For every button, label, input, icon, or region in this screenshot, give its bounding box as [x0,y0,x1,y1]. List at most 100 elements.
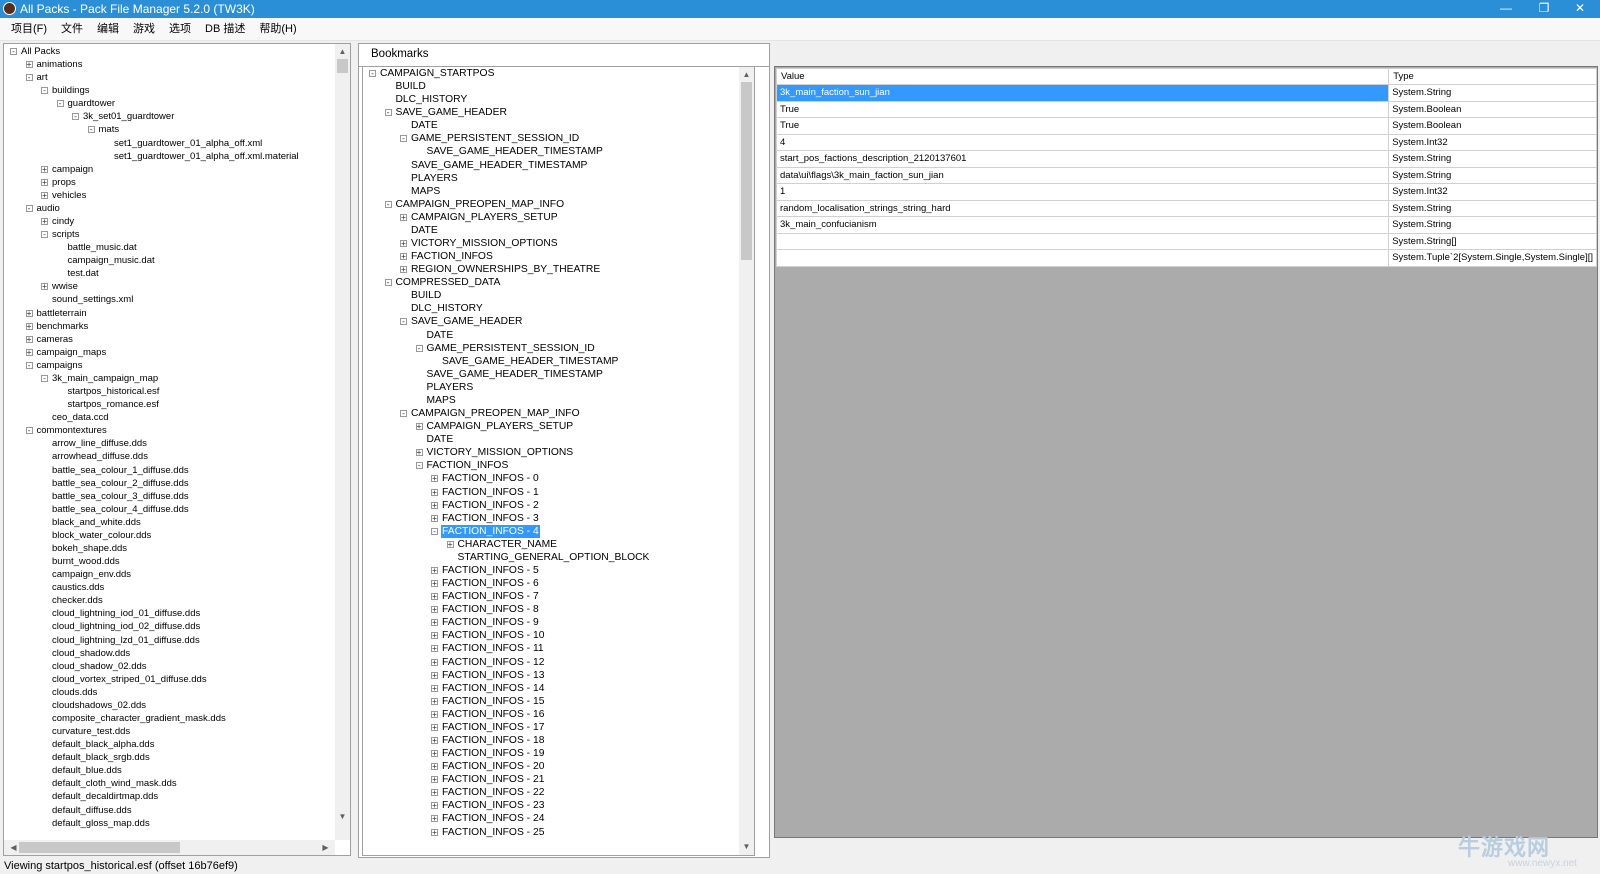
tree-node-label[interactable]: FACTION_INFOS - 8 [441,603,540,616]
tree-node-label[interactable]: FACTION_INFOS - 24 [441,812,545,825]
expand-toggle-icon[interactable]: + [400,266,407,274]
tree-node-label[interactable]: audio [36,202,61,215]
collapse-toggle-icon[interactable]: - [41,374,48,382]
tree-node-label[interactable]: DATE [426,329,455,342]
value-cell[interactable]: 1 [775,183,1390,201]
grid-row[interactable]: 1 System.Int32 [775,183,1597,201]
expand-toggle-icon[interactable]: + [400,253,407,261]
tree-node-label[interactable]: DATE [410,119,439,132]
expand-toggle-icon[interactable]: + [431,514,438,522]
tree-node-label[interactable]: FACTION_INFOS - 13 [441,669,545,682]
tree-node-label[interactable]: BUILD [410,289,442,302]
collapse-toggle-icon[interactable]: - [25,361,33,369]
collapse-toggle-icon[interactable]: - [72,113,79,121]
expand-toggle-icon[interactable]: + [431,671,438,679]
tree-node-label[interactable]: BUILD [395,80,427,93]
tree-node-label[interactable]: campaigns [36,359,84,372]
tree-node-label[interactable]: CAMPAIGN_PREOPEN_MAP_INFO [410,407,581,420]
expand-toggle-icon[interactable]: + [431,776,438,784]
tree-node-label[interactable]: default_cloth_wind_mask.dds [51,777,178,790]
expand-toggle-icon[interactable]: + [431,606,438,614]
tree-node-label[interactable]: FACTION_INFOS - 7 [441,590,540,603]
grid-row[interactable]: 4 System.Int32 [775,133,1597,151]
expand-toggle-icon[interactable]: + [25,335,33,343]
expand-toggle-icon[interactable]: + [415,449,423,457]
tree-node-label[interactable]: FACTION_INFOS [426,459,510,472]
horizontal-scroll-thumb[interactable] [19,842,180,853]
tree-node-label[interactable]: MAPS [410,185,441,198]
value-cell[interactable]: random_localisation_strings_string_hard [775,199,1390,217]
value-cell[interactable]: 3k_main_confucianism [775,216,1390,234]
expand-toggle-icon[interactable]: + [431,632,438,640]
value-cell[interactable]: True [775,117,1390,135]
tree-node-label[interactable]: default_gloss_map.dds [51,817,151,830]
type-column-header[interactable]: Type [1388,68,1597,85]
tree-node-label[interactable]: SAVE_GAME_HEADER_TIMESTAMP [426,145,604,158]
tree-node-label[interactable]: FACTION_INFOS - 2 [441,499,540,512]
expand-toggle-icon[interactable]: + [41,218,48,226]
collapse-toggle-icon[interactable]: - [25,74,33,82]
tree-node-label[interactable]: FACTION_INFOS [410,250,494,263]
tree-node-label[interactable]: cloud_lightning_lzd_01_diffuse.dds [51,634,201,647]
tree-node-label[interactable]: default_decaldirtmap.dds [51,790,159,803]
tree-node-label[interactable]: FACTION_INFOS - 4 [441,524,540,538]
tree-node-label[interactable]: FACTION_INFOS - 9 [441,616,540,629]
tree-node-label[interactable]: CAMPAIGN_PLAYERS_SETUP [410,211,559,224]
tree-node-label[interactable]: arrowhead_diffuse.dds [51,450,149,463]
tree-node-label[interactable]: scripts [51,228,80,241]
tree-node-label[interactable]: PLAYERS [410,172,459,185]
menu-game[interactable]: 游戏 [126,18,162,40]
tree-node-label[interactable]: FACTION_INFOS - 25 [441,826,545,839]
tree-node-label[interactable]: arrow_line_diffuse.dds [51,437,148,450]
tree-node-label[interactable]: VICTORY_MISSION_OPTIONS [426,446,575,459]
tree-node-label[interactable]: CAMPAIGN_STARTPOS [379,67,495,80]
tree-node-label[interactable]: black_and_white.dds [51,516,142,529]
collapse-toggle-icon[interactable]: - [400,410,407,418]
value-cell[interactable]: 4 [775,133,1390,151]
tree-node-label[interactable]: FACTION_INFOS - 3 [441,512,540,525]
tree-node-label[interactable]: curvature_test.dds [51,725,131,738]
tree-node-label[interactable]: REGION_OWNERSHIPS_BY_THEATRE [410,263,601,276]
tree-node-label[interactable]: FACTION_INFOS - 22 [441,786,545,799]
expand-toggle-icon[interactable]: + [431,750,438,758]
value-cell[interactable] [775,232,1390,250]
tree-node-label[interactable]: PLAYERS [426,381,475,394]
tree-node-label[interactable]: FACTION_INFOS - 12 [441,656,545,669]
tree-node-label[interactable]: props [51,176,77,189]
collapse-toggle-icon[interactable]: - [400,318,407,326]
scroll-up-arrow-icon[interactable]: ▲ [739,67,754,82]
expand-toggle-icon[interactable]: + [431,658,438,666]
tree-node-label[interactable]: startpos_historical.esf [67,385,161,398]
expand-toggle-icon[interactable]: + [400,213,407,221]
scroll-down-arrow-icon[interactable]: ▼ [335,809,350,824]
expand-toggle-icon[interactable]: + [431,828,438,836]
tree-node-label[interactable]: caustics.dds [51,581,105,594]
menu-project[interactable]: 项目(F) [4,18,54,40]
expand-toggle-icon[interactable]: + [446,540,454,548]
tree-node-label[interactable]: test.dat [67,267,100,280]
tree-node-label[interactable]: FACTION_INFOS - 15 [441,695,545,708]
tree-node-label[interactable]: battle_sea_colour_4_diffuse.dds [51,503,190,516]
tree-node-label[interactable]: CAMPAIGN_PREOPEN_MAP_INFO [395,198,566,211]
tree-node-label[interactable]: clouds.dds [51,686,98,699]
tree-node-label[interactable]: art [36,71,49,84]
expand-toggle-icon[interactable]: + [431,501,438,509]
expand-toggle-icon[interactable]: + [431,475,438,483]
menu-file[interactable]: 文件 [54,18,90,40]
tree-node-label[interactable]: default_black_alpha.dds [51,738,155,751]
value-cell[interactable]: True [775,100,1390,118]
tree-node-label[interactable]: SAVE_GAME_HEADER_TIMESTAMP [441,355,619,368]
tree-node-label[interactable]: DLC_HISTORY [395,93,469,106]
tree-node-label[interactable]: default_diffuse.dds [51,804,133,817]
tree-node-label[interactable]: FACTION_INFOS - 20 [441,760,545,773]
tree-node-label[interactable]: checker.dds [51,594,104,607]
grid-row[interactable]: System.String[] [775,232,1597,250]
expand-toggle-icon[interactable]: + [41,165,48,173]
tree-node-label[interactable]: All Packs [20,45,61,58]
tree-node-label[interactable]: set1_guardtower_01_alpha_off.xml [113,137,263,150]
expand-toggle-icon[interactable]: + [41,283,48,291]
menu-help[interactable]: 帮助(H) [252,18,303,40]
collapse-toggle-icon[interactable]: - [56,100,64,108]
collapse-toggle-icon[interactable]: - [10,48,17,56]
tree-node-label[interactable]: FACTION_INFOS - 0 [441,472,540,485]
